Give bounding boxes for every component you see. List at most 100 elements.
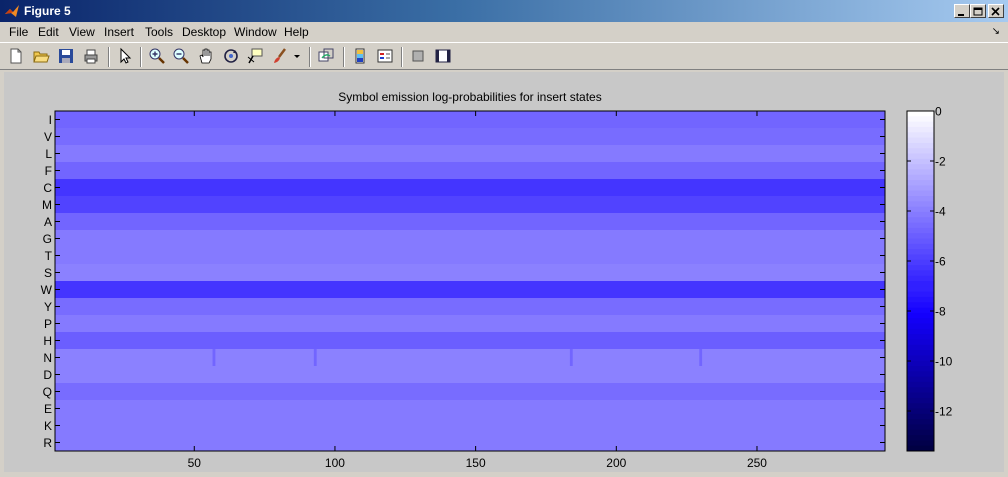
x-tick-label: 250 (747, 456, 767, 470)
maximize-button[interactable] (970, 4, 986, 18)
print-icon[interactable] (82, 47, 100, 65)
new-figure-icon[interactable] (7, 47, 25, 65)
colorbar-segment (907, 281, 934, 287)
colorbar-segment (907, 440, 934, 447)
colorbar-segment (907, 392, 934, 399)
y-tick-label: V (44, 130, 52, 144)
legend-icon[interactable] (376, 47, 394, 65)
colorbar-segment (907, 328, 934, 335)
zoom-in-icon[interactable] (148, 47, 166, 65)
heatmap-row-C (55, 179, 885, 197)
dock-figure-icon[interactable]: ↘ (992, 26, 1000, 37)
data-cursor-icon[interactable] (246, 47, 264, 65)
heatmap-cell (569, 349, 573, 366)
brush-icon[interactable] (271, 47, 289, 65)
colorbar-segment (907, 424, 934, 431)
x-tick-label: 200 (606, 456, 626, 470)
heatmap-row-M (55, 196, 885, 214)
colorbar-segment (907, 254, 934, 261)
menu-help[interactable]: Help (284, 25, 309, 39)
colorbar-segment (907, 344, 934, 351)
menu-view[interactable]: View (69, 25, 95, 39)
colorbar-segment (907, 233, 934, 239)
zoom-out-icon[interactable] (172, 47, 190, 65)
colorbar-segment (907, 185, 934, 192)
open-file-icon[interactable] (32, 47, 50, 65)
heatmap-row-Q (55, 383, 885, 401)
y-tick-label: N (43, 351, 52, 365)
show-plot-tools-icon[interactable] (434, 47, 452, 65)
y-tick-label: T (45, 249, 53, 263)
menu-desktop[interactable]: Desktop (182, 25, 226, 39)
heatmap-row-D (55, 366, 885, 384)
rotate-3d-icon[interactable] (222, 47, 240, 65)
colorbar-segment (907, 227, 934, 234)
colorbar-segment (907, 142, 934, 149)
y-tick-label: G (43, 232, 52, 246)
colorbar-tick-label: -12 (935, 405, 953, 419)
chart-title: Symbol emission log-probabilities for in… (338, 90, 601, 104)
heatmap-row-P (55, 315, 885, 333)
y-tick-label: D (43, 368, 52, 382)
heatmap-row-F (55, 162, 885, 180)
menu-bar: File Edit View Insert Tools Desktop Wind… (0, 22, 1008, 42)
colorbar-segment (907, 137, 934, 144)
colorbar-segment (907, 413, 934, 420)
pan-hand-icon[interactable] (197, 47, 215, 65)
figure-toolbar (0, 42, 1008, 70)
minimize-icon (958, 14, 964, 16)
colorbar-segment (907, 222, 934, 229)
colorbar-tick-label: -6 (935, 255, 946, 269)
menu-file[interactable]: File (9, 25, 28, 39)
menu-edit[interactable]: Edit (38, 25, 59, 39)
toolbar-separator (309, 47, 311, 67)
colorbar-segment (907, 339, 934, 346)
y-tick-label: R (43, 436, 52, 450)
toolbar-separator (108, 47, 110, 67)
heatmap-row-T (55, 247, 885, 265)
colorbar-segment (907, 158, 934, 165)
heatmap-row-G (55, 230, 885, 248)
toolbar-separator (401, 47, 403, 67)
colorbar-segment (907, 265, 934, 271)
colorbar-tick-label: 0 (935, 105, 942, 119)
colorbar-segment (907, 408, 934, 415)
close-button[interactable] (988, 4, 1004, 18)
title-bar: Figure 5 (0, 0, 1008, 22)
hide-plot-tools-icon[interactable] (409, 47, 427, 65)
colorbar-segment (907, 259, 934, 266)
heatmap-row-A (55, 213, 885, 231)
menu-window[interactable]: Window (234, 25, 277, 39)
heatmap-cell (313, 349, 317, 366)
heatmap-row-L (55, 145, 885, 163)
minimize-button[interactable] (954, 4, 970, 18)
colorbar-segment (907, 419, 934, 425)
colorbar-icon[interactable] (351, 47, 369, 65)
y-tick-label: F (45, 164, 52, 178)
heatmap-row-Y (55, 298, 885, 316)
y-tick-label: M (42, 198, 52, 212)
y-tick-label: P (44, 317, 52, 331)
colorbar-tick-label: -2 (935, 155, 946, 169)
save-icon[interactable] (57, 47, 75, 65)
y-tick-label: W (41, 283, 53, 297)
edit-plot-arrow-icon[interactable] (116, 47, 134, 65)
menu-tools[interactable]: Tools (145, 25, 173, 39)
heatmap-row-K (55, 417, 885, 435)
link-plot-icon[interactable] (317, 47, 335, 65)
menu-insert[interactable]: Insert (104, 25, 134, 39)
colorbar-segment (907, 217, 934, 223)
colorbar-segment (907, 296, 934, 303)
y-tick-label: H (43, 334, 52, 348)
colorbar-segment (907, 302, 934, 308)
colorbar-segment (907, 323, 934, 330)
colorbar-segment (907, 371, 934, 378)
toolbar-separator (140, 47, 142, 67)
colorbar-segment (907, 270, 934, 277)
colorbar-tick-label: -10 (935, 355, 953, 369)
y-tick-label: K (44, 419, 52, 433)
colorbar-segment (907, 121, 934, 128)
brush-dropdown-icon[interactable] (292, 47, 302, 65)
heatmap-row-N (55, 349, 885, 367)
y-tick-label: L (45, 147, 52, 161)
